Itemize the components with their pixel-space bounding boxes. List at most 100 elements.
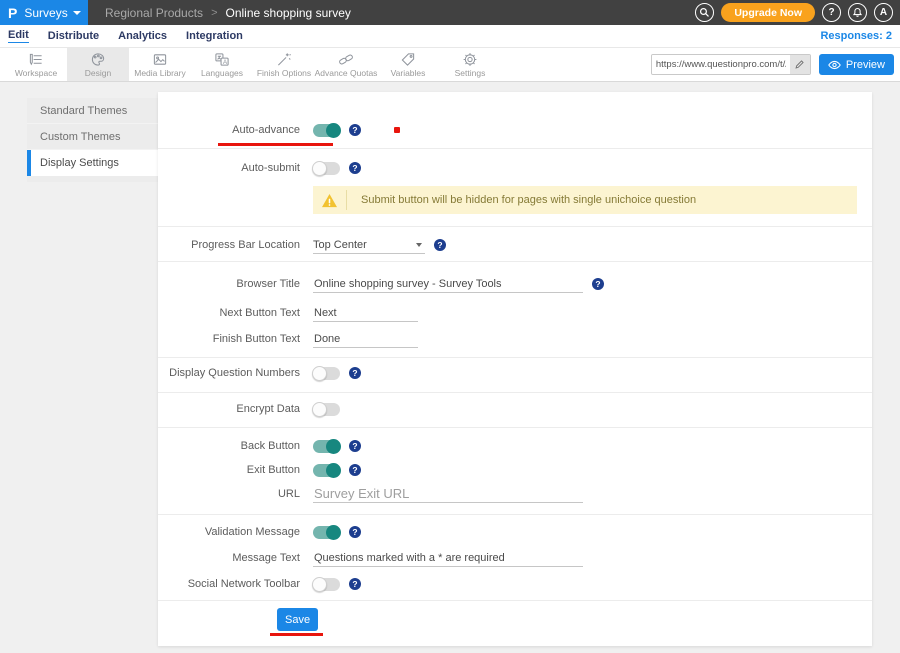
brand-area: P Surveys [0, 0, 88, 25]
back-button-help-icon[interactable]: ? [349, 440, 361, 452]
display-question-numbers-label: Display Question Numbers [158, 367, 300, 379]
red-underline-annotation [218, 143, 333, 146]
nav-item-edit[interactable]: Edit [8, 29, 29, 43]
red-asterisk-annotation [394, 127, 400, 133]
tab-finish-options[interactable]: Finish Options [253, 48, 315, 81]
social-network-toolbar-toggle[interactable] [313, 578, 340, 591]
tab-label: Variables [391, 68, 426, 78]
separator [158, 261, 872, 262]
separator [158, 600, 872, 601]
exit-url-input[interactable] [313, 485, 583, 503]
preview-label: Preview [846, 59, 885, 71]
save-button[interactable]: Save [277, 608, 318, 631]
sidebar-item-standard-themes[interactable]: Standard Themes [27, 98, 158, 124]
settings-icon [462, 52, 478, 67]
browser-title-row: Browser Title ? [158, 271, 872, 297]
browser-title-input[interactable] [313, 275, 583, 293]
nav-item-integration[interactable]: Integration [186, 30, 243, 42]
nav-item-analytics[interactable]: Analytics [118, 30, 167, 42]
exit-url-row: URL [158, 482, 872, 506]
auto-submit-warning: Submit button will be hidden for pages w… [313, 186, 857, 214]
edit-url-pencil-icon[interactable] [790, 55, 810, 74]
auto-submit-help-icon[interactable]: ? [349, 162, 361, 174]
finish-button-text-input[interactable] [313, 330, 418, 348]
top-bar: P Surveys Regional Products > Online sho… [0, 0, 900, 25]
social-network-toolbar-row: Social Network Toolbar ? [158, 571, 872, 597]
auto-advance-label: Auto-advance [158, 124, 300, 136]
preview-button[interactable]: Preview [819, 54, 894, 75]
social-network-toolbar-help-icon[interactable]: ? [349, 578, 361, 590]
exit-button-row: Exit Button ? [158, 458, 872, 482]
separator [158, 514, 872, 515]
breadcrumb-parent[interactable]: Regional Products [105, 6, 203, 20]
exit-button-toggle[interactable] [313, 464, 340, 477]
notifications-bell-icon[interactable] [848, 3, 867, 22]
back-button-label: Back Button [158, 440, 300, 452]
content-area: Standard Themes Custom Themes Display Se… [0, 82, 900, 653]
back-button-toggle[interactable] [313, 440, 340, 453]
display-question-numbers-help-icon[interactable]: ? [349, 367, 361, 379]
auto-advance-help-icon[interactable]: ? [349, 124, 361, 136]
encrypt-data-toggle[interactable] [313, 403, 340, 416]
sidebar-item-display-settings[interactable]: Display Settings [27, 150, 158, 176]
next-button-text-row: Next Button Text [158, 300, 872, 326]
surveys-menu-label: Surveys [24, 6, 67, 20]
tab-settings[interactable]: Settings [439, 48, 501, 81]
display-question-numbers-toggle[interactable] [313, 367, 340, 380]
eye-icon [828, 60, 841, 70]
progress-bar-location-select[interactable]: Top Center [313, 236, 425, 254]
sidebar-footer-pad [27, 176, 158, 182]
encrypt-data-label: Encrypt Data [158, 403, 300, 415]
tab-label: Settings [455, 68, 486, 78]
finish-options-icon [276, 52, 292, 67]
questionpro-logo-icon[interactable]: P [8, 6, 17, 20]
tab-variables[interactable]: Variables [377, 48, 439, 81]
toolbar-right: Preview [651, 48, 900, 81]
upgrade-now-button[interactable]: Upgrade Now [721, 3, 815, 22]
responses-count[interactable]: Responses: 2 [820, 30, 892, 42]
progress-bar-location-value: Top Center [313, 239, 367, 251]
finish-button-text-label: Finish Button Text [158, 333, 300, 345]
message-text-label: Message Text [158, 552, 300, 564]
design-icon [90, 52, 106, 67]
sidebar-item-custom-themes[interactable]: Custom Themes [27, 124, 158, 150]
red-underline-annotation [270, 633, 323, 636]
validation-message-help-icon[interactable]: ? [349, 526, 361, 538]
tab-label: Workspace [15, 68, 57, 78]
tab-advance-quotas[interactable]: Advance Quotas [315, 48, 377, 81]
auto-submit-toggle[interactable] [313, 162, 340, 175]
tab-workspace[interactable]: Workspace [5, 48, 67, 81]
nav-item-distribute[interactable]: Distribute [48, 30, 99, 42]
validation-message-toggle[interactable] [313, 526, 340, 539]
tab-media-library[interactable]: Media Library [129, 48, 191, 81]
browser-title-help-icon[interactable]: ? [592, 278, 604, 290]
warning-triangle-icon [321, 193, 338, 208]
tab-languages[interactable]: A Languages [191, 48, 253, 81]
media-library-icon [152, 52, 168, 67]
breadcrumb-separator: > [211, 7, 217, 19]
progress-bar-help-icon[interactable]: ? [434, 239, 446, 251]
separator [158, 427, 872, 428]
encrypt-data-row: Encrypt Data [158, 396, 872, 422]
avatar[interactable]: A [874, 3, 893, 22]
save-row: Save [277, 608, 872, 631]
exit-url-label: URL [158, 488, 300, 500]
help-circle-icon[interactable]: ? [822, 3, 841, 22]
auto-submit-label: Auto-submit [158, 162, 300, 174]
survey-url-input[interactable] [652, 55, 790, 74]
chevron-down-icon [73, 11, 81, 15]
languages-icon: A [214, 52, 230, 67]
validation-message-row: Validation Message ? [158, 519, 872, 545]
search-icon[interactable] [695, 3, 714, 22]
message-text-input[interactable] [313, 549, 583, 567]
surveys-menu[interactable]: Surveys [24, 6, 80, 20]
warning-divider [346, 190, 347, 210]
tab-design[interactable]: Design [67, 48, 129, 81]
exit-button-help-icon[interactable]: ? [349, 464, 361, 476]
tab-label: Languages [201, 68, 243, 78]
finish-button-text-row: Finish Button Text [158, 326, 872, 352]
auto-advance-toggle[interactable] [313, 124, 340, 137]
exit-button-label: Exit Button [158, 464, 300, 476]
warning-text: Submit button will be hidden for pages w… [361, 194, 696, 206]
next-button-text-input[interactable] [313, 304, 418, 322]
